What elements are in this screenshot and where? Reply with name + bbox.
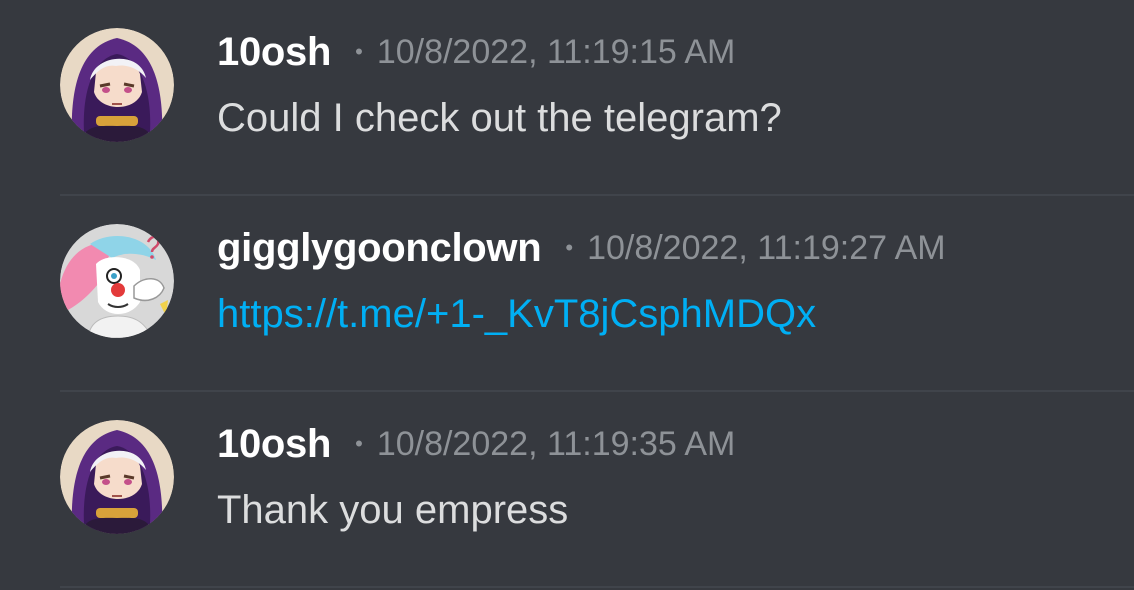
user-avatar[interactable]: [60, 420, 174, 534]
message-header: 10osh • 10/8/2022, 11:19:35 AM: [217, 422, 735, 466]
message-header: gigglygoonclown • 10/8/2022, 11:19:27 AM: [217, 226, 946, 270]
separator-dot: •: [355, 39, 363, 64]
chat-message-list: 10osh • 10/8/2022, 11:19:15 AM Could I c…: [0, 0, 1134, 590]
message-divider: [60, 586, 1134, 588]
timestamp: 10/8/2022, 11:19:27 AM: [587, 228, 946, 267]
message-text: Thank you empress: [217, 488, 569, 532]
chat-message: gigglygoonclown • 10/8/2022, 11:19:27 AM…: [0, 196, 1134, 392]
separator-dot: •: [355, 431, 363, 456]
avatar-hooded-character-icon: [60, 28, 174, 142]
timestamp: 10/8/2022, 11:19:35 AM: [376, 424, 736, 463]
separator-dot: •: [565, 235, 574, 260]
message-text: Could I check out the telegram?: [217, 96, 782, 140]
message-content: https://t.me/+1-_KvT8jCsphMDQx: [217, 292, 816, 337]
username[interactable]: gigglygoonclown: [217, 226, 542, 271]
username[interactable]: 10osh: [217, 30, 331, 75]
chat-message: 10osh • 10/8/2022, 11:19:35 AM Thank you…: [0, 392, 1134, 588]
avatar-clown-character-icon: [60, 224, 174, 338]
user-avatar[interactable]: [60, 28, 174, 142]
avatar-hooded-character-icon: [60, 420, 174, 534]
message-link[interactable]: https://t.me/+1-_KvT8jCsphMDQx: [217, 292, 816, 336]
user-avatar[interactable]: [60, 224, 174, 338]
username[interactable]: 10osh: [217, 422, 331, 467]
chat-message: 10osh • 10/8/2022, 11:19:15 AM Could I c…: [0, 0, 1134, 196]
message-header: 10osh • 10/8/2022, 11:19:15 AM: [217, 30, 735, 74]
timestamp: 10/8/2022, 11:19:15 AM: [376, 32, 736, 71]
